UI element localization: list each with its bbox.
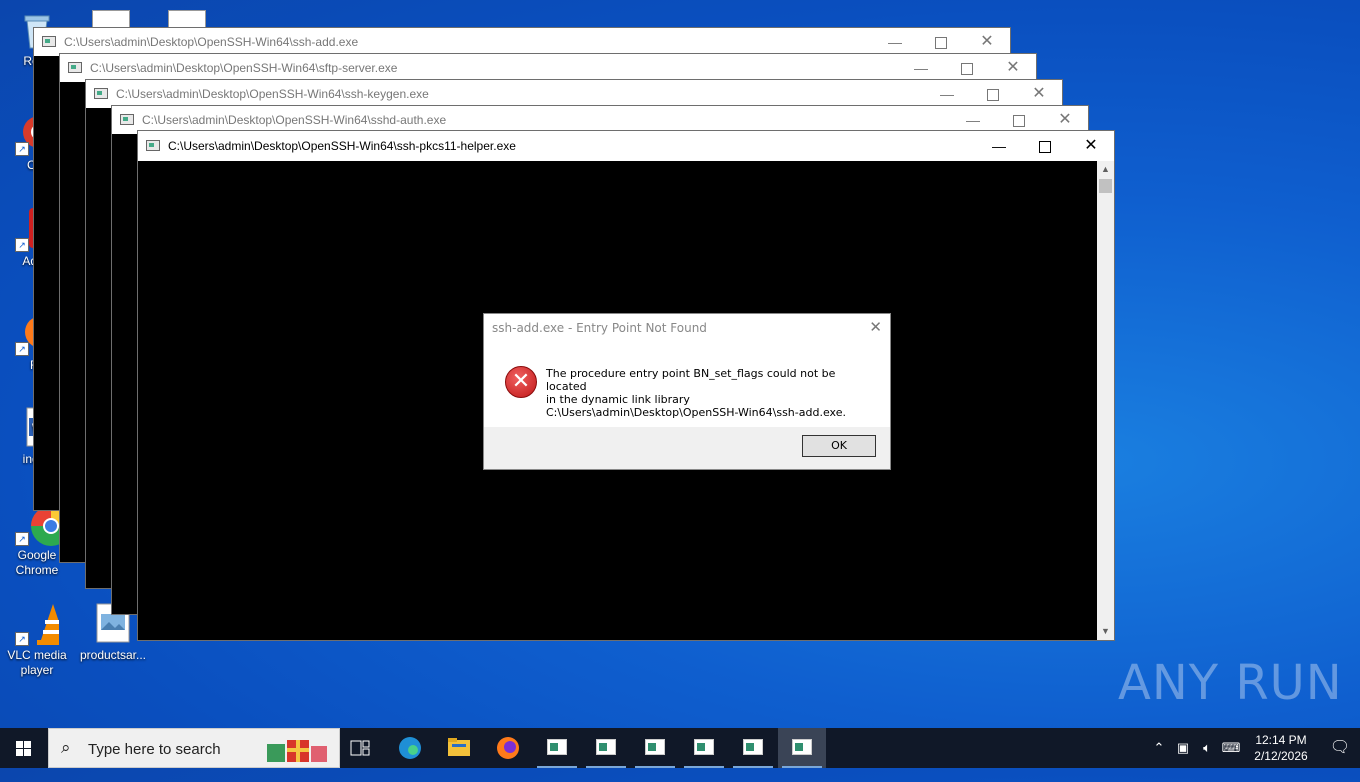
close-button[interactable]: ✕ (990, 54, 1036, 82)
window-titlebar[interactable]: C:\Users\admin\Desktop\OpenSSH-Win64\sft… (60, 54, 1036, 82)
minimize-button[interactable]: — (976, 131, 1022, 161)
minimize-button[interactable]: — (898, 54, 944, 82)
console-app-icon (596, 739, 616, 755)
desktop: Recy ↗ CCl ↗ Ad Acr ↗ Fir W index ↗ G (0, 0, 1360, 728)
taskbar: ⌕ Type here to search ⌃ ▣ 🔈︎ ⌨ 12:14 PM … (0, 728, 1360, 768)
desktop-icon-label: productsar... (79, 648, 147, 662)
maximize-button[interactable] (970, 80, 1016, 108)
taskbar-clock[interactable]: 12:14 PM 2/12/2026 (1246, 732, 1316, 764)
language-icon[interactable]: ⌨ (1220, 728, 1242, 768)
show-hidden-icons-button[interactable]: ⌃ (1148, 728, 1170, 768)
console-app-icon (94, 88, 108, 99)
taskbar-console-app[interactable] (533, 728, 581, 768)
desktop-icon-label: VLC media player (7, 648, 67, 677)
taskbar-search-box[interactable]: ⌕ Type here to search (48, 728, 340, 768)
firefox-icon[interactable] (484, 728, 532, 768)
task-view-icon[interactable] (336, 728, 384, 768)
window-titlebar[interactable]: C:\Users\admin\Desktop\OpenSSH-Win64\ssh… (138, 131, 1114, 161)
dialog-message-line: The procedure entry point BN_set_flags c… (546, 367, 836, 393)
vertical-scrollbar[interactable]: ▲ ▼ (1097, 161, 1114, 640)
taskbar-console-app[interactable] (631, 728, 679, 768)
console-app-icon (743, 739, 763, 755)
shortcut-arrow-icon: ↗ (15, 632, 29, 646)
minimize-button[interactable]: — (924, 80, 970, 108)
maximize-button[interactable] (1022, 131, 1068, 161)
dialog-message-line: in the dynamic link library (546, 393, 690, 406)
window-title: C:\Users\admin\Desktop\OpenSSH-Win64\ssh… (64, 35, 359, 49)
window-titlebar[interactable]: C:\Users\admin\Desktop\OpenSSH-Win64\ssh… (86, 80, 1062, 108)
console-app-icon (42, 36, 56, 47)
dialog-close-button[interactable]: ✕ (869, 318, 882, 336)
clock-time: 12:14 PM (1255, 733, 1307, 747)
taskbar-console-app[interactable] (729, 728, 777, 768)
taskbar-console-app[interactable] (582, 728, 630, 768)
window-titlebar[interactable]: C:\Users\admin\Desktop\OpenSSH-Win64\ssh… (34, 28, 1010, 56)
volume-icon[interactable]: 🔈︎ (1196, 728, 1218, 768)
vlc-icon: ↗ (15, 602, 69, 646)
shortcut-arrow-icon: ↗ (15, 238, 29, 252)
window-title: C:\Users\admin\Desktop\OpenSSH-Win64\sft… (90, 61, 398, 75)
close-button[interactable]: ✕ (964, 28, 1010, 56)
maximize-icon (961, 63, 973, 76)
ok-button[interactable]: OK (802, 435, 876, 457)
console-app-icon (694, 739, 714, 755)
network-icon[interactable]: ▣ (1172, 728, 1194, 768)
clock-date: 2/12/2026 (1254, 749, 1308, 763)
maximize-icon (1013, 115, 1025, 128)
close-button[interactable]: ✕ (1068, 131, 1114, 161)
start-button[interactable] (0, 728, 48, 768)
maximize-button[interactable] (918, 28, 964, 56)
window-title: C:\Users\admin\Desktop\OpenSSH-Win64\ssh… (168, 139, 516, 153)
search-icon: ⌕ (61, 738, 71, 757)
dialog-message: The procedure entry point BN_set_flags c… (546, 367, 876, 419)
console-app-icon (120, 114, 134, 125)
taskbar-console-app[interactable] (680, 728, 728, 768)
maximize-button[interactable] (944, 54, 990, 82)
console-app-icon (146, 140, 160, 151)
console-app-icon (792, 739, 812, 755)
edge-icon[interactable] (386, 728, 434, 768)
error-dialog[interactable]: ssh-add.exe - Entry Point Not Found ✕ ✕ … (483, 313, 891, 470)
window-title: C:\Users\admin\Desktop\OpenSSH-Win64\ssh… (142, 113, 447, 127)
error-icon: ✕ (505, 366, 537, 398)
dialog-title: ssh-add.exe - Entry Point Not Found (492, 321, 707, 335)
scroll-down-icon[interactable]: ▼ (1097, 623, 1114, 640)
shortcut-arrow-icon: ↗ (15, 532, 29, 546)
anyrun-watermark: ANY RUN (1118, 655, 1343, 711)
shortcut-arrow-icon: ↗ (15, 342, 29, 356)
scrollbar-thumb[interactable] (1099, 179, 1112, 193)
gifts-icon (267, 740, 327, 762)
scroll-up-icon[interactable]: ▲ (1097, 161, 1114, 178)
windows-logo-icon (16, 741, 31, 756)
console-app-icon (547, 739, 567, 755)
console-app-icon (68, 62, 82, 73)
file-explorer-icon[interactable] (435, 728, 483, 768)
window-title: C:\Users\admin\Desktop\OpenSSH-Win64\ssh… (116, 87, 429, 101)
maximize-icon (1039, 141, 1051, 154)
search-placeholder: Type here to search (88, 741, 221, 758)
console-app-icon (645, 739, 665, 755)
shortcut-arrow-icon: ↗ (15, 142, 29, 156)
maximize-icon (935, 37, 947, 50)
dialog-message-line: C:\Users\admin\Desktop\OpenSSH-Win64\ssh… (546, 406, 846, 419)
notification-icon[interactable]: 🗨︎ (1320, 728, 1360, 768)
maximize-icon (987, 89, 999, 102)
close-button[interactable]: ✕ (1016, 80, 1062, 108)
desktop-icon-vlc[interactable]: ↗ VLC media player (0, 602, 74, 678)
dialog-footer: OK (484, 427, 890, 469)
minimize-button[interactable]: — (872, 28, 918, 56)
taskbar-console-app-active[interactable] (778, 728, 826, 768)
